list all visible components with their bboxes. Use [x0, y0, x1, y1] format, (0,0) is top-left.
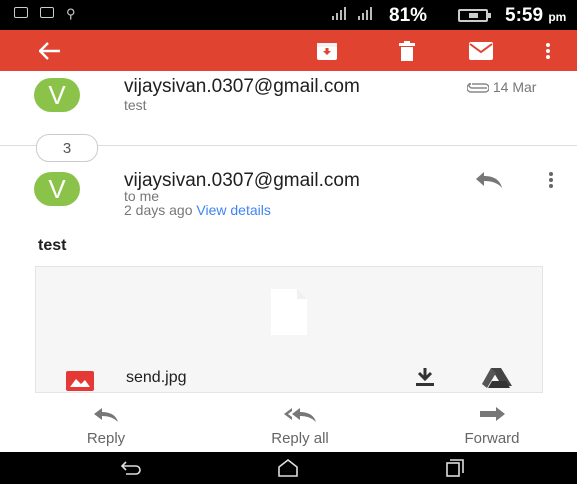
- sender-email: vijaysivan.0307@gmail.com: [124, 170, 360, 191]
- nav-recents-button[interactable]: [440, 452, 470, 484]
- trash-icon: [399, 40, 415, 61]
- nav-home-button[interactable]: [273, 452, 303, 484]
- screenshot-notification-icon: [14, 7, 28, 18]
- signal-icon: [328, 6, 378, 25]
- message-date-with-attachment: 14 Mar: [466, 79, 537, 95]
- message-preview: test: [124, 97, 147, 113]
- message-time-line: 2 days ago View details: [124, 202, 271, 218]
- image-file-icon: [66, 371, 94, 396]
- nav-back-icon: [120, 461, 141, 475]
- nav-back-button[interactable]: [116, 452, 146, 484]
- clock: 5:59 pm: [505, 5, 566, 27]
- message-actions: Reply Reply all Forward: [0, 406, 577, 452]
- collapsed-messages-count[interactable]: 3: [36, 134, 98, 162]
- status-bar: ⚲ 81% 5:59 pm: [0, 0, 577, 30]
- overflow-menu-icon: [549, 172, 553, 188]
- app-bar: [0, 30, 577, 71]
- view-details-link[interactable]: View details: [196, 202, 270, 218]
- download-button[interactable]: [413, 366, 437, 393]
- notification-icons: ⚲: [14, 7, 76, 20]
- save-to-drive-button[interactable]: [481, 367, 513, 394]
- sender-email: vijaysivan.0307@gmail.com: [124, 76, 360, 97]
- drive-icon: [482, 368, 512, 388]
- clock-suffix: pm: [548, 10, 567, 24]
- forward-arrow-icon: [480, 407, 505, 421]
- back-button[interactable]: [32, 30, 68, 71]
- battery-percent: 81%: [389, 5, 428, 26]
- clock-time: 5:59: [505, 5, 544, 26]
- reply-action[interactable]: Reply: [46, 406, 166, 447]
- reply-icon: [476, 172, 502, 188]
- avatar: V: [34, 78, 80, 112]
- recent-apps-icon: [446, 459, 464, 477]
- message-row-1[interactable]: V vijaysivan.0307@gmail.com test 14 Mar: [0, 71, 577, 131]
- reply-label: Reply: [86, 430, 126, 447]
- attachment-file-name: send.jpg: [126, 369, 187, 386]
- battery-icon: [458, 9, 491, 22]
- reply-button[interactable]: [474, 170, 504, 195]
- reply-all-action[interactable]: Reply all: [240, 406, 360, 447]
- back-arrow-icon: [39, 41, 60, 60]
- navigation-bar: [0, 452, 577, 484]
- message-body: test: [38, 237, 67, 254]
- reply-all-label: Reply all: [271, 430, 329, 447]
- forward-action[interactable]: Forward: [432, 406, 552, 447]
- message-menu-button[interactable]: [548, 171, 554, 194]
- download-icon: [416, 368, 434, 386]
- reply-icon: [94, 408, 118, 422]
- message-time: 2 days ago: [124, 202, 193, 218]
- message-notification-icon: [40, 7, 54, 18]
- message-date: 14 Mar: [492, 79, 537, 95]
- avatar: V: [34, 172, 80, 206]
- forward-label: Forward: [464, 430, 520, 447]
- file-icon: [271, 289, 307, 335]
- home-icon: [278, 459, 298, 477]
- overflow-menu-button[interactable]: [538, 30, 558, 71]
- mail-icon: [469, 41, 493, 60]
- overflow-menu-icon: [546, 42, 550, 59]
- archive-icon: [317, 42, 337, 60]
- mark-unread-button[interactable]: [466, 30, 496, 71]
- usb-icon: ⚲: [66, 6, 76, 21]
- delete-button[interactable]: [392, 30, 422, 71]
- reply-all-icon: [284, 408, 316, 422]
- paperclip-icon: [466, 81, 490, 93]
- attachment-card[interactable]: send.jpg: [35, 266, 543, 393]
- attachment-preview[interactable]: [36, 267, 542, 357]
- archive-button[interactable]: [312, 30, 342, 71]
